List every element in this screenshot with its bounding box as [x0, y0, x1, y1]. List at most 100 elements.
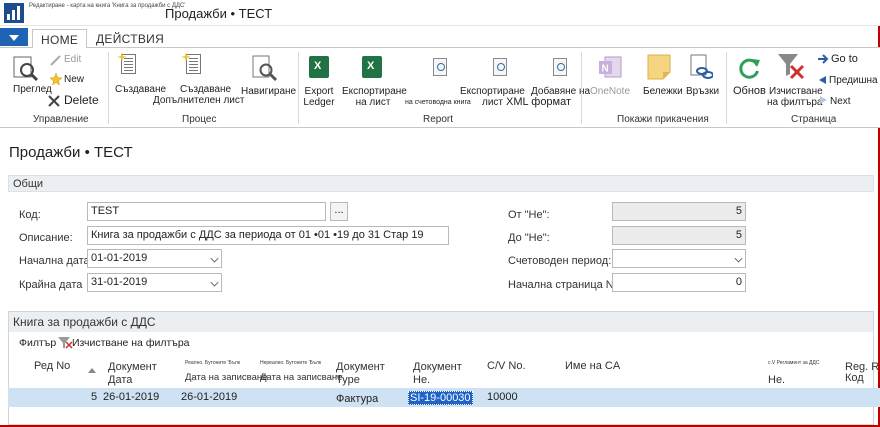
view-label: Преглед [13, 84, 52, 95]
additional-sheet-button[interactable]: Допълнителен лист [152, 95, 246, 106]
next-arrow-icon [820, 96, 827, 104]
refresh-icon [739, 58, 760, 79]
description-label: Описание: [19, 232, 73, 244]
link-icon [690, 54, 713, 79]
group-label-manage: Управление [33, 114, 89, 125]
sticky-note-icon [647, 54, 671, 80]
previous-label: Предишна [829, 75, 878, 86]
create-label-2: Създаване [180, 84, 232, 95]
col-reg-code-2[interactable]: Код [845, 372, 864, 384]
start-date-value: 01-01-2019 [91, 252, 148, 264]
delete-x-icon [48, 95, 60, 107]
start-date-label: Начална дата [19, 255, 90, 267]
accounting-period-field[interactable] [612, 249, 746, 268]
chevron-down-icon[interactable] [734, 254, 743, 263]
export-ledger-label-1: Export [304, 86, 334, 97]
window-caption-small: Редактиране - карта на книга 'Книга за п… [29, 3, 186, 9]
edit-label: Edit [64, 54, 82, 65]
new-label: New [64, 74, 85, 85]
col-doc-no-1[interactable]: Документ [413, 361, 462, 373]
cell-row-no[interactable]: 5 [91, 391, 97, 403]
export-sheet-2-label-2: лист [482, 97, 504, 108]
col-doc-no-2[interactable]: Не. [413, 374, 430, 386]
code-lookup-button[interactable]: ... [330, 202, 348, 221]
description-field[interactable]: Книга за продажби с ДДС за периода от 01… [87, 226, 449, 245]
links-label: Връзки [686, 86, 720, 97]
start-page-label: Начална страница No.: [508, 279, 626, 291]
group-label-process: Процес [182, 114, 217, 125]
col-row-no[interactable]: Ред No [34, 360, 70, 372]
magnifier-icon [13, 56, 39, 82]
to-no-label: До "Не": [508, 232, 550, 244]
goto-label: Go to [831, 53, 858, 65]
clear-filter-small-icon [58, 337, 73, 349]
add-xml-label-2: XML формат [506, 96, 572, 108]
excel-icon [362, 56, 382, 78]
excel-icon [309, 56, 329, 78]
web-document-icon [433, 58, 447, 76]
col-doc-date-1[interactable]: Документ [108, 361, 157, 373]
export-sheet-label-2: на лист [355, 97, 391, 108]
end-date-field[interactable]: 31-01-2019 [87, 273, 222, 292]
to-no-field: 5 [612, 226, 746, 245]
export-ledger-label-2: Ledger [303, 97, 335, 108]
goto-arrow-icon [818, 54, 829, 64]
col-cv-vat[interactable]: Не. [768, 374, 785, 386]
start-date-field[interactable]: 01-01-2019 [87, 249, 222, 268]
cell-doc-date[interactable]: 26-01-2019 [103, 391, 159, 403]
navigate-icon [252, 55, 278, 82]
col-doc-type-1[interactable]: Документ [336, 361, 385, 373]
general-section-title: Общи [13, 178, 44, 190]
general-section-header[interactable]: Общи [8, 175, 874, 192]
ribbon-separator [581, 52, 582, 124]
onenote-label: OneNote [590, 86, 631, 97]
tab-home[interactable]: HOME [32, 29, 88, 49]
pencil-icon [50, 55, 61, 66]
cell-doc-no[interactable]: SI-19-00030 [408, 391, 473, 405]
delete-label: Delete [64, 93, 99, 107]
col-posting-date2[interactable]: Дата на записване [260, 372, 342, 384]
tab-actions[interactable]: ДЕЙСТВИЯ [88, 29, 172, 49]
accounting-period-label: Счетоводен период: [508, 255, 612, 267]
web-document-icon [553, 58, 567, 76]
col-doc-date-2[interactable]: Дата [108, 374, 132, 386]
clear-filter-label-2: на филтъра [767, 97, 823, 108]
col-cv-no[interactable]: C/V No. [487, 360, 526, 372]
app-menu-button[interactable] [0, 28, 28, 46]
spark-icon [117, 52, 127, 62]
end-date-value: 31-01-2019 [91, 276, 148, 288]
app-logo-icon [4, 3, 24, 23]
col-cv-vat-small: с.V Регламент за ДДС [768, 360, 820, 366]
filter-button[interactable]: Филтър [19, 337, 56, 349]
chevron-down-icon[interactable] [210, 278, 219, 287]
navigate-label: Навигиране [241, 86, 297, 97]
from-no-label: От "Не": [508, 209, 550, 221]
code-label: Код: [19, 209, 41, 221]
lines-title-bar: Книга за продажби с ДДС [9, 312, 873, 332]
col-cv-name[interactable]: Име на CA [565, 360, 620, 372]
page-title: Продажби • ТЕСТ [9, 144, 133, 161]
refresh-label: Обнов [733, 85, 766, 97]
group-label-attachments: Покажи прикачения [617, 114, 709, 125]
sort-ascending-icon [88, 368, 96, 373]
col-doc-type-2[interactable]: Type [336, 374, 360, 386]
cell-cv-no[interactable]: 10000 [487, 391, 518, 403]
col-posting-date-small: Реално. Бутоните 'Бълк [185, 360, 241, 366]
chevron-down-icon[interactable] [210, 254, 219, 263]
previous-arrow-icon [819, 76, 826, 84]
new-star-icon [49, 72, 63, 86]
group-label-report: Report [423, 114, 454, 125]
cell-doc-type[interactable]: Фактура [336, 393, 378, 405]
export-sheet-label-1: Експортиране [342, 86, 407, 97]
ribbon: Преглед Edit New Delete Управление Създа… [0, 48, 880, 128]
notes-label: Бележки [643, 86, 683, 97]
col-posting-date[interactable]: Дата на записване [185, 372, 267, 384]
start-page-field[interactable]: 0 [612, 273, 746, 292]
end-date-label: Крайна дата [19, 279, 83, 291]
clear-filter-link[interactable]: Изчистване на филтъра [72, 337, 190, 349]
onenote-icon: N [599, 56, 622, 78]
cell-posting-date[interactable]: 26-01-2019 [181, 391, 237, 403]
next-label: Next [830, 96, 851, 107]
code-field[interactable]: TEST [87, 202, 326, 221]
ribbon-separator [298, 52, 299, 124]
